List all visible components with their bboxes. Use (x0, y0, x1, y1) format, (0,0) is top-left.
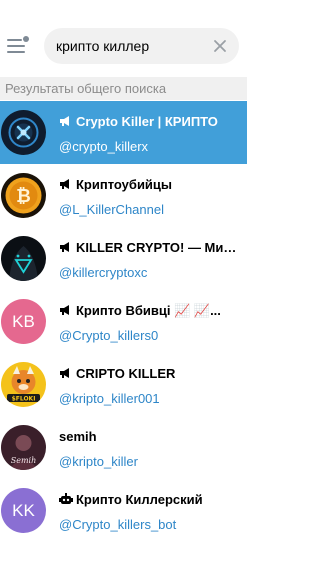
result-title-text: Криптоубийцы (76, 177, 173, 192)
hamburger-line (7, 45, 25, 47)
search-results-list: Crypto Killer | КРИПТО @crypto_killerx ₿… (0, 101, 247, 542)
list-item[interactable]: KK Крипто Киллерский @Crypto_killers_bot (0, 479, 247, 542)
avatar: ₿ (1, 173, 46, 218)
clear-icon[interactable] (211, 37, 229, 55)
avatar (1, 110, 46, 155)
avatar: $FLOKI (1, 362, 46, 407)
list-item[interactable]: KILLER CRYPTO! — Мир ... @killercryptoxc (0, 227, 247, 290)
result-title-text: semih (59, 429, 97, 444)
notification-dot-icon (23, 36, 29, 42)
result-title: KILLER CRYPTO! — Мир ... (59, 240, 244, 258)
result-handle: @kripto_killer001 (59, 391, 160, 406)
list-item[interactable]: Semih semih @kripto_killer (0, 416, 247, 479)
crypto-killer-logo-icon (1, 110, 46, 155)
avatar: KB (1, 299, 46, 344)
hamburger-line (7, 51, 25, 53)
user-portrait-icon: Semih (1, 425, 46, 470)
result-handle: @L_KillerChannel (59, 202, 164, 217)
avatar-initials: KB (12, 312, 35, 331)
hooded-figure-icon (1, 236, 46, 281)
bot-icon (59, 493, 73, 504)
channel-icon (60, 242, 69, 252)
list-item[interactable]: $FLOKI CRIPTO KILLER @kripto_killer001 (0, 353, 247, 416)
result-title-text: KILLER CRYPTO! — Мир ... (76, 240, 244, 255)
floki-dog-icon: $FLOKI (1, 362, 46, 407)
list-item[interactable]: ₿ Криптоубийцы @L_KillerChannel (0, 164, 247, 227)
result-title: Крипто Киллерский (59, 492, 244, 510)
bitcoin-coin-icon: ₿ (1, 173, 46, 218)
result-title: Crypto Killer | КРИПТО (59, 114, 244, 132)
hamburger-icon (7, 39, 22, 41)
result-handle: @killercryptoxc (59, 265, 148, 280)
result-title-text: Крипто Вбивці 📈 📈... (76, 303, 221, 318)
top-bar (0, 0, 247, 75)
search-input[interactable] (56, 28, 206, 64)
result-handle: @kripto_killer (59, 454, 138, 469)
search-box[interactable] (44, 28, 239, 64)
svg-text:₿: ₿ (16, 186, 31, 207)
result-handle: @Crypto_killers_bot (59, 517, 177, 532)
list-item[interactable]: KB Крипто Вбивці 📈 📈... @Crypto_killers0 (0, 290, 247, 353)
avatar (1, 236, 46, 281)
result-handle: @Crypto_killers0 (59, 328, 159, 343)
channel-icon (60, 305, 69, 315)
result-title: Криптоубийцы (59, 177, 244, 195)
global-search-header: Результаты общего поиска (0, 77, 247, 100)
menu-button[interactable] (7, 36, 29, 56)
result-title-text: CRIPTO KILLER (76, 366, 176, 381)
result-title: CRIPTO KILLER (59, 366, 244, 384)
channel-icon (60, 116, 69, 126)
section-label: Результаты общего поиска (5, 81, 167, 96)
list-item[interactable]: Crypto Killer | КРИПТО @crypto_killerx (0, 101, 247, 164)
avatar: Semih (1, 425, 46, 470)
channel-icon (60, 179, 69, 189)
avatar: KK (1, 488, 46, 533)
svg-text:$FLOKI: $FLOKI (12, 396, 36, 403)
avatar-initials: KK (12, 501, 35, 520)
svg-text:Semih: Semih (11, 456, 37, 465)
channel-icon (60, 368, 69, 378)
result-title: Крипто Вбивці 📈 📈... (59, 303, 244, 321)
result-title: semih (59, 429, 244, 447)
result-handle: @crypto_killerx (59, 139, 149, 154)
result-title-text: Crypto Killer | КРИПТО (76, 114, 218, 129)
result-title-text: Крипто Киллерский (76, 492, 203, 507)
